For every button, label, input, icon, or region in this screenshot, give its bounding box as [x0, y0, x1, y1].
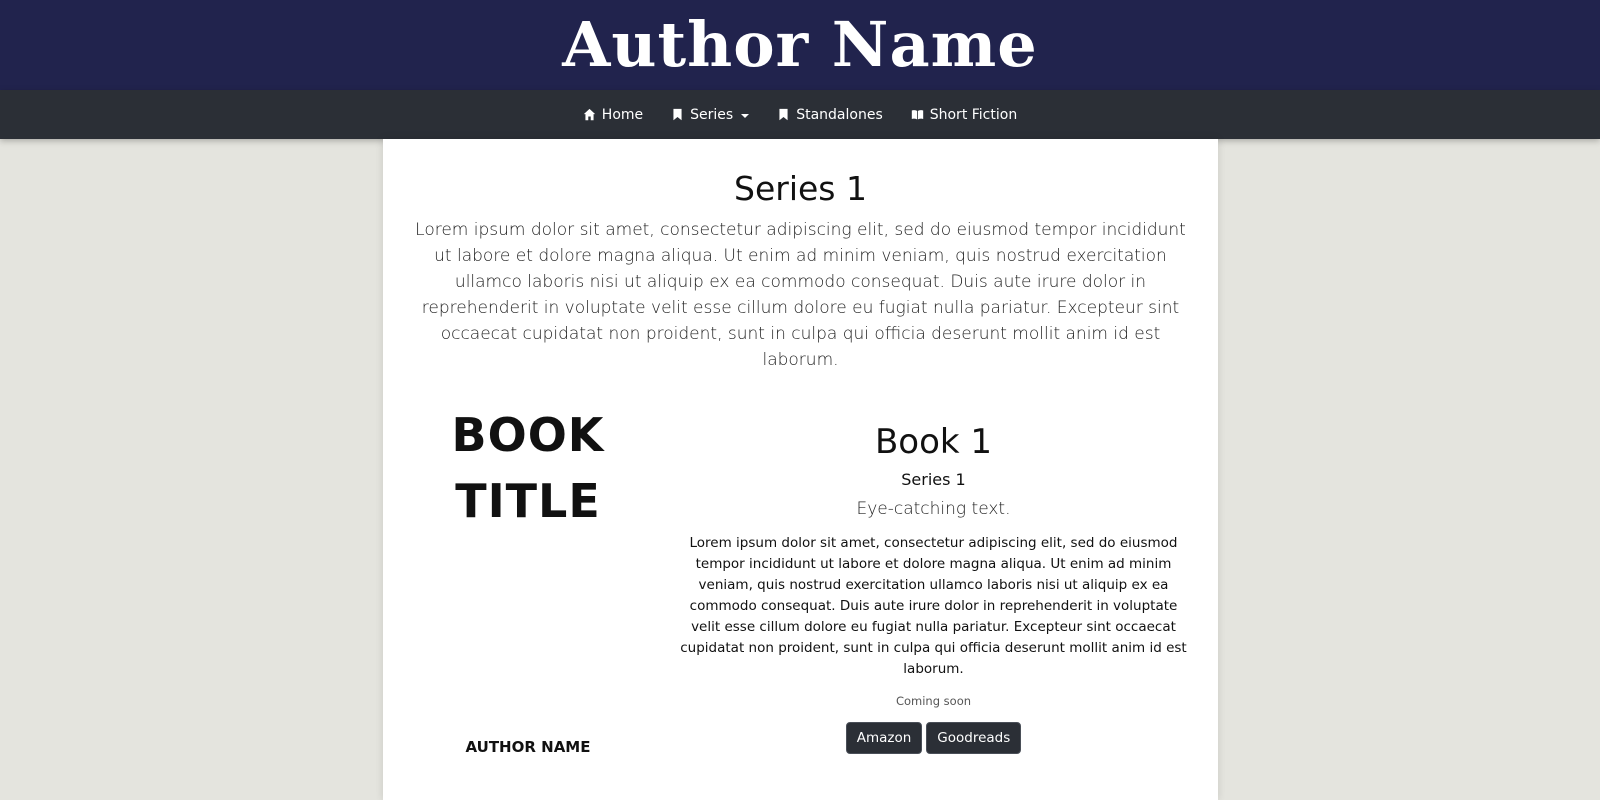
nav-standalones[interactable]: Standalones — [777, 107, 883, 123]
home-icon — [583, 108, 595, 121]
book-info: Book 1 Series 1 Eye-catching text. Lorem… — [676, 422, 1191, 754]
site-title: Author Name — [562, 8, 1038, 81]
series-description: Lorem ipsum dolor sit amet, consectetur … — [415, 220, 1186, 371]
series-title: Series 1 — [734, 169, 867, 208]
book-tagline: Eye-catching text. — [856, 499, 1011, 519]
main-nav: Home Series Standalones Short Fiction — [0, 90, 1600, 139]
bookmark-icon — [779, 108, 788, 121]
goodreads-button[interactable]: Goodreads — [926, 722, 1022, 754]
book-blurb: Lorem ipsum dolor sit amet, consectetur … — [680, 535, 1187, 677]
site-header: Author Name — [0, 0, 1600, 90]
book-cover[interactable]: BOOK TITLE AUTHOR NAME — [433, 394, 623, 800]
nav-home-label: Home — [601, 106, 644, 123]
book-open-icon — [911, 110, 923, 120]
nav-short-fiction[interactable]: Short Fiction — [911, 107, 1017, 123]
amazon-button[interactable]: Amazon — [845, 722, 923, 754]
nav-short-fiction-label: Short Fiction — [929, 106, 1018, 123]
release-status: Coming soon — [895, 694, 972, 708]
main-content: Series 1 Lorem ipsum dolor sit amet, con… — [383, 139, 1218, 800]
cover-title: BOOK TITLE — [433, 402, 623, 534]
store-buttons: Amazon Goodreads — [676, 722, 1191, 754]
cover-title-line1: BOOK — [451, 408, 605, 462]
nav-series-dropdown[interactable]: Series — [671, 106, 750, 123]
book-series: Series 1 — [901, 470, 966, 489]
chevron-down-icon — [741, 113, 750, 118]
nav-standalones-label: Standalones — [796, 106, 883, 123]
book-title: Book 1 — [874, 422, 993, 462]
nav-home[interactable]: Home — [583, 107, 643, 123]
bookmark-icon — [673, 108, 682, 121]
book-entry: BOOK TITLE AUTHOR NAME Book 1 Series 1 E… — [383, 394, 1218, 800]
cover-author: AUTHOR NAME — [465, 738, 591, 756]
cover-title-line2: TITLE — [455, 474, 601, 528]
nav-series-label: Series — [690, 106, 734, 123]
